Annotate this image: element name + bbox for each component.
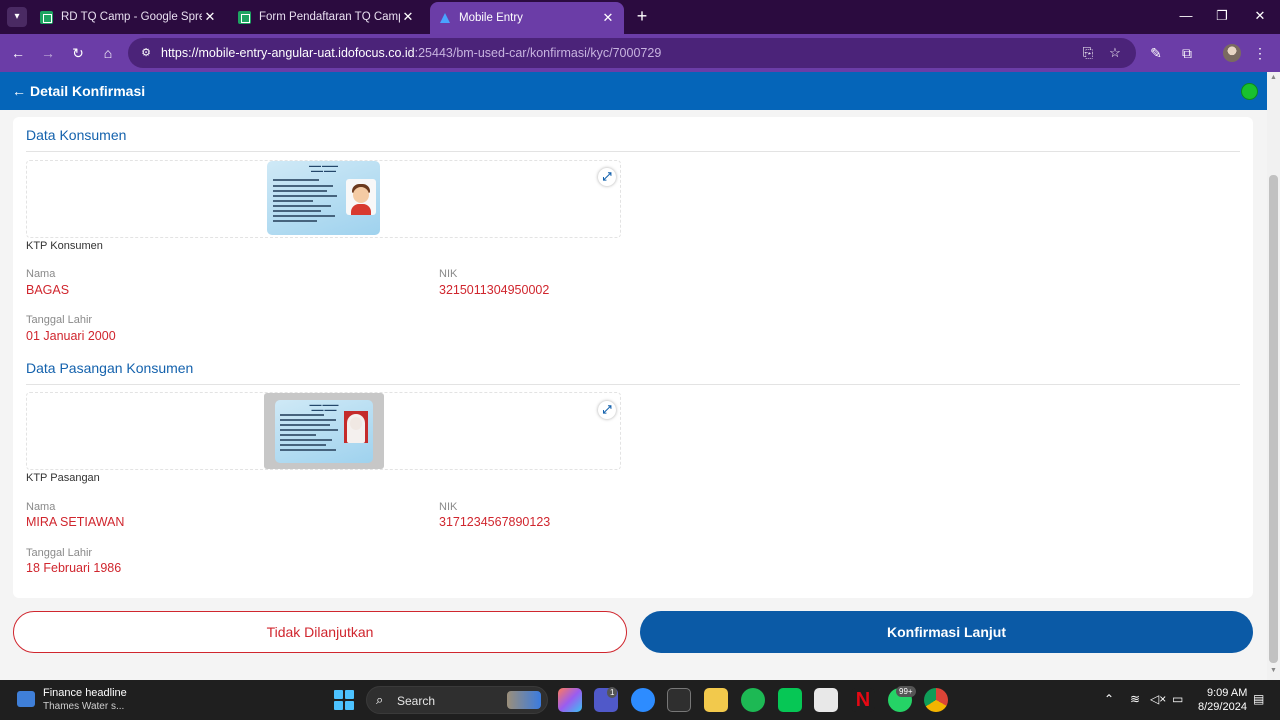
- netflix-icon[interactable]: N: [851, 688, 875, 712]
- install-app-icon[interactable]: ⎘: [1080, 45, 1096, 61]
- ktp-consumer-image[interactable]: ▬▬▬ ▬▬▬▬ ▬▬▬ ▬▬▬: [267, 161, 380, 235]
- reject-button[interactable]: Tidak Dilanjutkan: [13, 611, 627, 653]
- back-arrow-icon[interactable]: ←: [12, 83, 26, 99]
- url-path: :25443/bm-used-car/konfirmasi/kyc/700072…: [414, 46, 662, 60]
- news-widget-title[interactable]: Finance headline: [43, 687, 127, 699]
- ktp-consumer-image-box: ▬▬▬ ▬▬▬▬ ▬▬▬ ▬▬▬ ⤢: [26, 160, 621, 238]
- browser-toolbar: ← → ↻ ⌂ ⚙ https://mobile-entry-angular-u…: [0, 34, 1280, 72]
- copilot-icon[interactable]: [558, 688, 582, 712]
- spouse-nik-label: NIK: [439, 501, 458, 513]
- wifi-icon[interactable]: ≋: [1130, 692, 1140, 706]
- ktp-photo: [344, 411, 368, 443]
- consumer-dob-label: Tanggal Lahir: [26, 314, 93, 326]
- consumer-name-label: Nama: [26, 268, 56, 280]
- scroll-up-icon[interactable]: ▲: [1267, 74, 1280, 84]
- site-info-icon[interactable]: ⚙: [138, 45, 154, 61]
- tab-title: RD TQ Camp - Google Spreadsheets: [61, 11, 202, 23]
- spouse-name-value: MIRA SETIAWAN: [26, 515, 125, 529]
- extension-pen-icon[interactable]: ✎: [1146, 43, 1166, 63]
- notion-icon[interactable]: [667, 688, 691, 712]
- section-divider: [26, 384, 1240, 385]
- close-icon[interactable]: ✕: [202, 9, 218, 25]
- spouse-nik-value: 3171234567890123: [439, 515, 551, 529]
- close-icon[interactable]: ✕: [600, 10, 616, 26]
- search-icon: ⌕: [376, 692, 384, 707]
- spouse-dob-label: Tanggal Lahir: [26, 547, 93, 559]
- news-widget-icon[interactable]: [17, 691, 35, 707]
- news-widget-subtitle[interactable]: Thames Water s...: [43, 701, 124, 712]
- main-content: Data Konsumen ▬▬▬ ▬▬▬▬ ▬▬▬ ▬▬▬ ⤢ KTP Kon…: [0, 110, 1267, 680]
- whatsapp-badge: 99+: [896, 686, 916, 697]
- expand-icon[interactable]: ⤢: [598, 401, 616, 419]
- spouse-section-title: Data Pasangan Konsumen: [26, 360, 194, 376]
- ktp-consumer-caption: KTP Konsumen: [26, 240, 103, 252]
- spouse-dob-value: 18 Februari 1986: [26, 561, 122, 575]
- close-icon[interactable]: ✕: [400, 9, 416, 25]
- forward-icon[interactable]: →: [38, 43, 58, 63]
- battery-icon[interactable]: ▭: [1172, 692, 1183, 706]
- file-explorer-icon[interactable]: [704, 688, 728, 712]
- status-indicator: [1241, 83, 1258, 100]
- search-label: Search: [397, 694, 436, 708]
- volume-muted-icon[interactable]: ◁×: [1150, 692, 1166, 706]
- ktp-card: ▬▬▬ ▬▬▬▬ ▬▬▬ ▬▬▬: [275, 400, 373, 463]
- home-icon[interactable]: ⌂: [98, 43, 118, 63]
- ktp-photo: [346, 179, 376, 215]
- clock-time[interactable]: 9:09 AM: [1207, 687, 1247, 699]
- consumer-nik-label: NIK: [439, 268, 458, 280]
- minimize-icon[interactable]: —: [1176, 8, 1196, 23]
- expand-icon[interactable]: ⤢: [598, 168, 616, 186]
- tab-title: Mobile Entry: [459, 12, 523, 24]
- tray-chevron-icon[interactable]: ⌃: [1104, 692, 1114, 706]
- consumer-name-value: BAGAS: [26, 283, 70, 297]
- ktp-spouse-image[interactable]: ▬▬▬ ▬▬▬▬ ▬▬▬ ▬▬▬: [264, 393, 384, 469]
- app-icon: [438, 12, 451, 25]
- back-icon[interactable]: ←: [8, 43, 28, 63]
- maximize-icon[interactable]: ❐: [1212, 8, 1232, 24]
- microsoft-store-icon[interactable]: [814, 688, 838, 712]
- line-icon[interactable]: [778, 688, 802, 712]
- app-header: ← Detail Konfirmasi: [0, 72, 1267, 110]
- scroll-thumb[interactable]: [1269, 175, 1278, 663]
- url-host: https://mobile-entry-angular-uat.idofocu…: [161, 46, 415, 60]
- consumer-section-title: Data Konsumen: [26, 127, 127, 143]
- windows-start-icon[interactable]: [334, 690, 354, 710]
- consumer-dob-value: 01 Januari 2000: [26, 329, 116, 343]
- consumer-nik-value: 3215011304950002: [439, 283, 550, 297]
- section-divider: [26, 151, 1240, 152]
- tab-search-icon[interactable]: ▾: [7, 7, 27, 27]
- search-highlight-image: [507, 691, 541, 709]
- tab-title: Form Pendaftaran TQ Camp Indonesia: [259, 11, 400, 23]
- confirm-button[interactable]: Konfirmasi Lanjut: [640, 611, 1253, 653]
- confirmation-card: Data Konsumen ▬▬▬ ▬▬▬▬ ▬▬▬ ▬▬▬ ⤢ KTP Kon…: [13, 117, 1253, 598]
- sheets-icon: [40, 10, 53, 24]
- scroll-down-icon[interactable]: ▼: [1267, 667, 1280, 677]
- bookmark-star-icon[interactable]: ☆: [1107, 45, 1123, 61]
- url-text[interactable]: https://mobile-entry-angular-uat.idofocu…: [161, 46, 661, 60]
- chrome-icon[interactable]: [924, 688, 948, 712]
- taskbar: Finance headline Thames Water s... ⌕ Sea…: [0, 680, 1280, 720]
- address-bar[interactable]: ⚙ https://mobile-entry-angular-uat.idofo…: [128, 38, 1136, 68]
- browser-tab-strip: ▾ RD TQ Camp - Google Spreadsheets ✕ For…: [0, 0, 1280, 34]
- taskbar-search[interactable]: ⌕ Search: [366, 686, 548, 714]
- ktp-spouse-caption: KTP Pasangan: [26, 472, 100, 484]
- tab-form-pendaftaran[interactable]: Form Pendaftaran TQ Camp Indonesia ✕: [230, 4, 424, 30]
- tab-mobile-entry[interactable]: Mobile Entry ✕: [430, 2, 624, 34]
- tab-rd-tq-camp[interactable]: RD TQ Camp - Google Spreadsheets ✕: [32, 4, 226, 30]
- ktp-spouse-image-box: ▬▬▬ ▬▬▬▬ ▬▬▬ ▬▬▬ ⤢: [26, 392, 621, 470]
- browser-menu-icon[interactable]: ⋮: [1250, 43, 1270, 63]
- sheets-icon: [238, 10, 251, 24]
- clock-date[interactable]: 8/29/2024: [1198, 701, 1247, 713]
- reload-icon[interactable]: ↻: [68, 43, 88, 63]
- page-scrollbar[interactable]: ▲ ▼: [1267, 72, 1280, 680]
- notification-icon[interactable]: ▤: [1253, 692, 1264, 706]
- spotify-icon[interactable]: [741, 688, 765, 712]
- window-close-icon[interactable]: ✕: [1250, 8, 1270, 24]
- profile-avatar[interactable]: [1223, 44, 1241, 62]
- extensions-puzzle-icon[interactable]: ⧉: [1177, 43, 1197, 63]
- spouse-name-label: Nama: [26, 501, 56, 513]
- page-title: Detail Konfirmasi: [30, 83, 146, 99]
- new-tab-icon[interactable]: +: [632, 6, 652, 27]
- zoom-icon[interactable]: [631, 688, 655, 712]
